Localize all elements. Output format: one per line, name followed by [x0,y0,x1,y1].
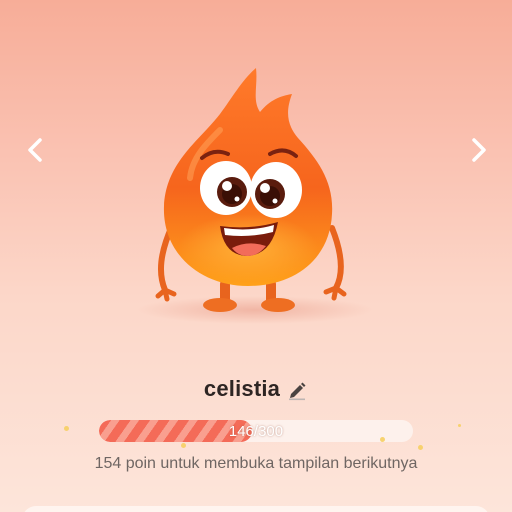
pencil-icon[interactable] [286,380,308,402]
flame-mascot-illustration [137,68,373,324]
sparkle-decoration [418,445,423,450]
sparkle-decoration [380,437,385,442]
username: celistia [203,376,281,401]
bottom-panel [22,506,490,512]
username-row: celistia [0,376,512,402]
sparkle-decoration [458,424,461,427]
progress-label: 146/300 [228,422,284,440]
flame-mascot [120,58,380,328]
previous-mascot-button[interactable] [20,133,50,167]
progress-bar: 146/300 [99,420,413,442]
unlock-message: 154 poin untuk membuka tampilan berikutn… [94,455,418,472]
sparkle-decoration [64,426,69,431]
chevron-right-icon [472,138,486,162]
chevron-left-icon [28,138,42,162]
next-mascot-button[interactable] [464,133,494,167]
sparkle-decoration [181,443,186,448]
